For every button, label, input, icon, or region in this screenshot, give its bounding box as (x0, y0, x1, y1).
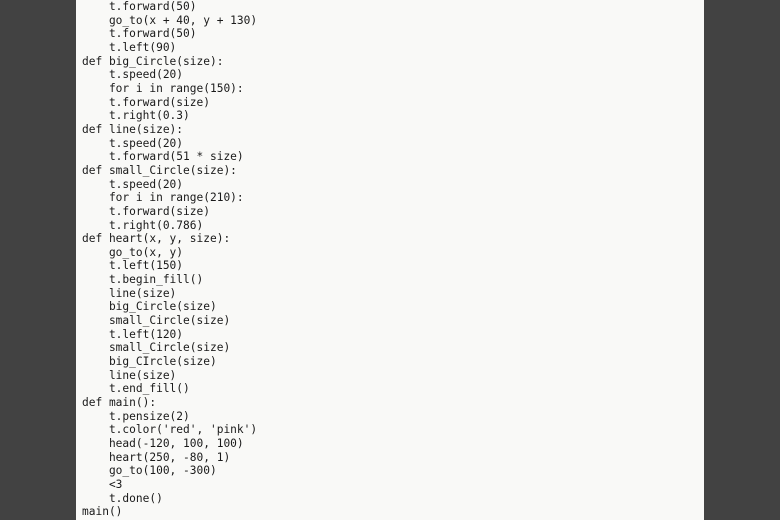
document-page: t.forward(50) go_to(x + 40, y + 130) t.f… (76, 0, 704, 520)
code-block: t.forward(50) go_to(x + 40, y + 130) t.f… (76, 0, 704, 519)
